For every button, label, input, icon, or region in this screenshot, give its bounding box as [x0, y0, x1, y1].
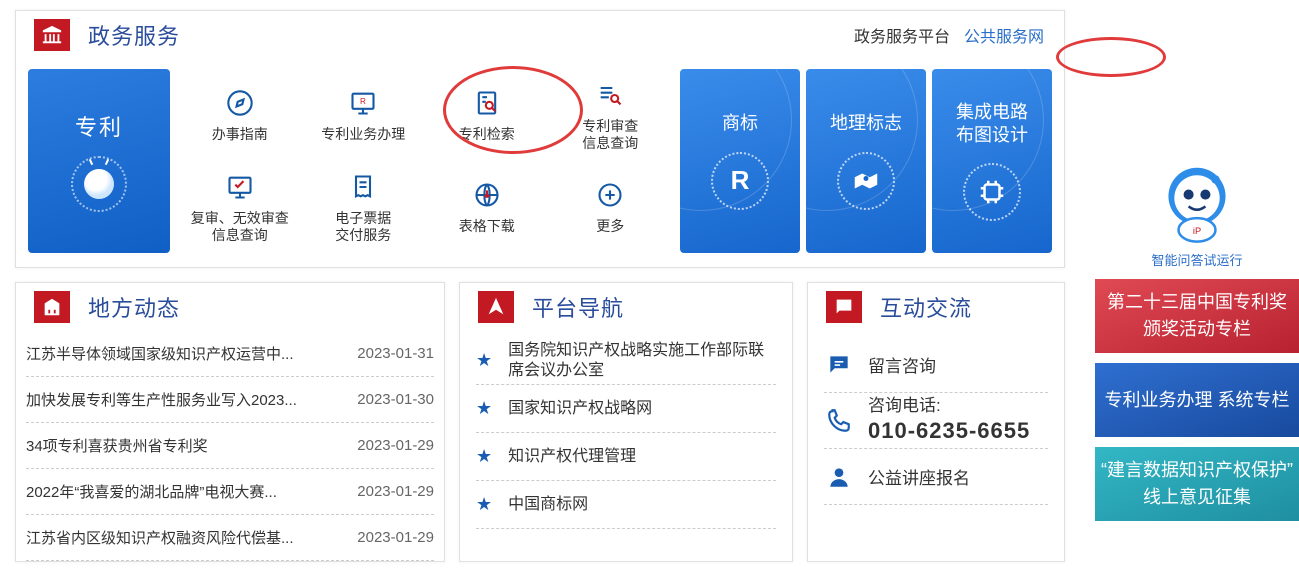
platform-nav-panel: 平台导航 ★国务院知识产权战略实施工作部际联席会议办公室★国家知识产权战略网★知…	[459, 282, 793, 562]
item-ereceipt[interactable]: 电子票据 交付服务	[301, 161, 425, 253]
item-form-download[interactable]: 表格下载	[425, 161, 549, 253]
nav-arrow-icon	[478, 291, 514, 323]
nav-row[interactable]: ★中国商标网	[476, 481, 776, 529]
link-public-service-net[interactable]: 公共服务网	[964, 23, 1044, 47]
mascot-icon[interactable]: iP	[1154, 160, 1240, 246]
gov-services-header: 政务服务 政务服务平台 公共服务网	[16, 11, 1064, 59]
news-title: 34项专利喜获贵州省专利奖	[26, 435, 343, 456]
item-reexam-info[interactable]: 复审、无效审查 信息查询	[178, 161, 302, 253]
rail-card-patent-system[interactable]: 专利业务办理 系统专栏	[1095, 363, 1299, 437]
local-news-panel: 地方动态 江苏半导体领域国家级知识产权运营中...2023-01-31加快发展专…	[15, 282, 445, 562]
news-title: 江苏半导体领域国家级知识产权运营中...	[26, 343, 343, 364]
interaction-row[interactable]: 留言咨询	[824, 337, 1048, 393]
link-gov-platform[interactable]: 政务服务平台	[854, 23, 950, 47]
list-search-icon	[593, 78, 627, 112]
lightbulb-icon	[71, 156, 127, 212]
card-geo-indication[interactable]: 地理标志	[806, 69, 926, 253]
news-date: 2023-01-30	[357, 391, 434, 408]
building-icon	[34, 291, 70, 323]
mascot-label: 智能问答试运行	[1095, 250, 1299, 269]
bank-icon	[34, 19, 70, 51]
plus-icon	[593, 178, 627, 212]
trademark-icon: R	[711, 152, 769, 210]
news-title: 江苏省内区级知识产权融资风险代偿基...	[26, 527, 343, 548]
item-more[interactable]: 更多	[548, 161, 672, 253]
gov-services-title: 政务服务	[88, 19, 180, 51]
interaction-row[interactable]: 公益讲座报名	[824, 449, 1048, 505]
svg-text:iP: iP	[1193, 226, 1201, 236]
nav-row[interactable]: ★国务院知识产权战略实施工作部际联席会议办公室	[476, 337, 776, 385]
interaction-row[interactable]: 咨询电话:010-6235-6655	[824, 393, 1048, 449]
chip-icon	[963, 163, 1021, 221]
news-row[interactable]: 34项专利喜获贵州省专利奖 2023-01-29	[26, 423, 434, 469]
rail-card-patent-award[interactable]: 第二十三届中国专利奖 颁奖活动专栏	[1095, 279, 1299, 353]
news-row[interactable]: 江苏半导体领域国家级知识产权运营中... 2023-01-31	[26, 331, 434, 377]
msg-icon	[824, 350, 854, 380]
news-title: 2022年“我喜爱的湖北品牌”电视大赛...	[26, 481, 343, 502]
map-pin-icon	[837, 152, 895, 210]
item-patent-search[interactable]: 专利检索	[425, 69, 549, 161]
user-icon	[824, 462, 854, 492]
news-date: 2023-01-29	[357, 483, 434, 500]
gov-grid: 办事指南 R 专利业务办理 专利检索 专利审查 信息查询 复审、无效审查 信息查…	[178, 69, 672, 253]
news-date: 2023-01-29	[357, 529, 434, 546]
card-ic-layout[interactable]: 集成电路 布图设计	[932, 69, 1052, 253]
star-icon: ★	[476, 398, 492, 419]
globe-download-icon	[470, 178, 504, 212]
news-date: 2023-01-31	[357, 345, 434, 362]
nav-row[interactable]: ★知识产权代理管理	[476, 433, 776, 481]
monitor-check-icon	[223, 170, 257, 204]
nav-row[interactable]: ★国家知识产权战略网	[476, 385, 776, 433]
gov-services-panel: 政务服务 政务服务平台 公共服务网 专利 办事指南 R 专利业务办理	[15, 10, 1065, 268]
news-row[interactable]: 加快发展专利等生产性服务业写入2023... 2023-01-30	[26, 377, 434, 423]
card-patent[interactable]: 专利	[28, 69, 170, 253]
receipt-icon	[346, 170, 380, 204]
news-date: 2023-01-29	[357, 437, 434, 454]
monitor-icon: R	[346, 86, 380, 120]
news-title: 加快发展专利等生产性服务业写入2023...	[26, 389, 343, 410]
rail-card-data-ip[interactable]: “建言数据知识产权保护” 线上意见征集	[1095, 447, 1299, 521]
document-search-icon	[470, 86, 504, 120]
compass-icon	[223, 86, 257, 120]
item-exam-info[interactable]: 专利审查 信息查询	[548, 69, 672, 161]
right-rail: iP 智能问答试运行 第二十三届中国专利奖 颁奖活动专栏 专利业务办理 系统专栏…	[1095, 160, 1299, 531]
svg-text:R: R	[360, 97, 366, 106]
card-trademark[interactable]: 商标 R	[680, 69, 800, 253]
phone-icon	[824, 406, 854, 436]
news-row[interactable]: 江苏省内区级知识产权融资风险代偿基... 2023-01-29	[26, 515, 434, 561]
chat-icon	[826, 291, 862, 323]
item-guide[interactable]: 办事指南	[178, 69, 302, 161]
item-patent-business[interactable]: R 专利业务办理	[301, 69, 425, 161]
annotation-circle	[1056, 37, 1166, 77]
star-icon: ★	[476, 350, 492, 371]
interaction-panel: 互动交流 留言咨询咨询电话:010-6235-6655公益讲座报名	[807, 282, 1065, 562]
star-icon: ★	[476, 494, 492, 515]
star-icon: ★	[476, 446, 492, 467]
news-row[interactable]: 2022年“我喜爱的湖北品牌”电视大赛... 2023-01-29	[26, 469, 434, 515]
